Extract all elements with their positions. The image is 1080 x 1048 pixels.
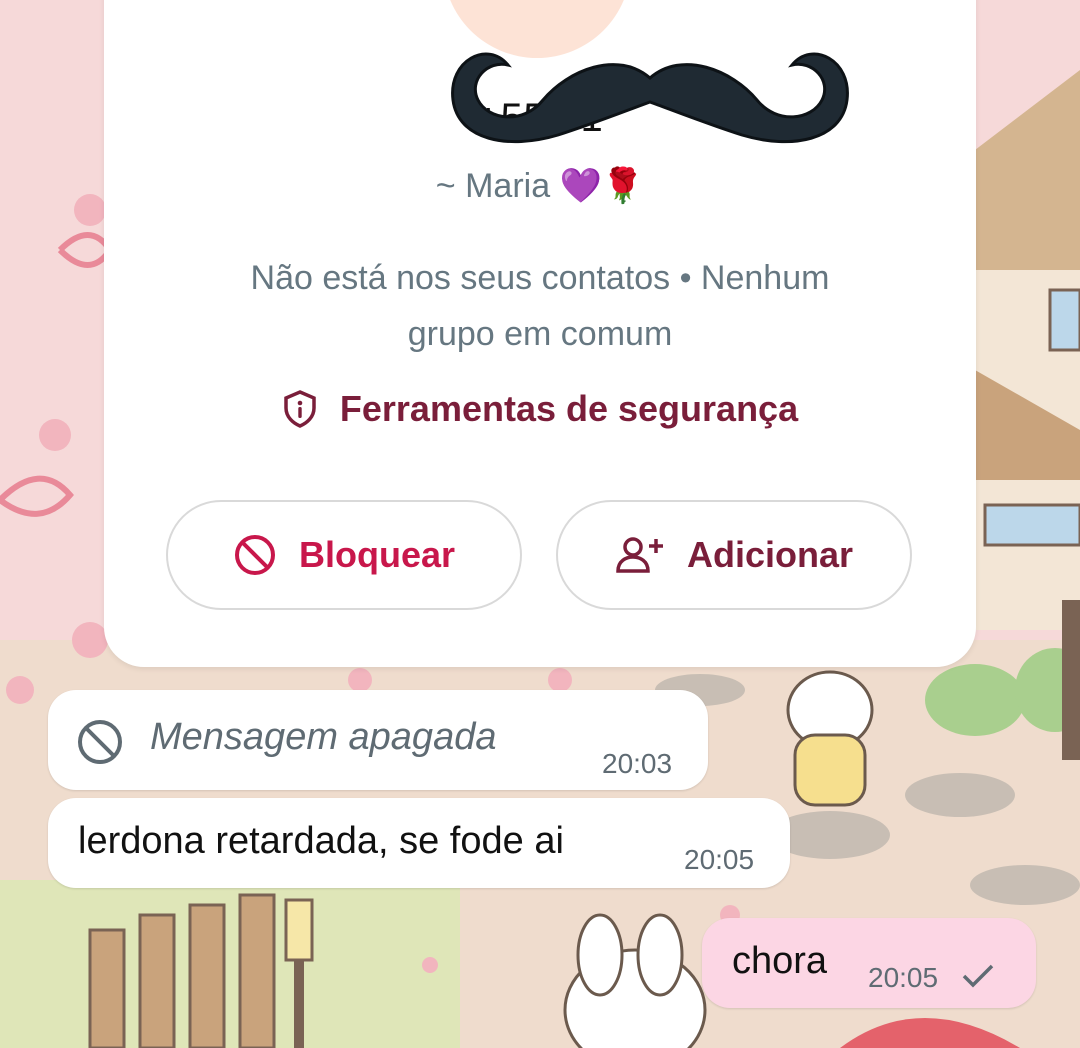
info-line-2: grupo em comum (407, 315, 673, 353)
message-time: 20:05 (684, 844, 755, 875)
message-text: chora (732, 940, 828, 982)
message-bubble-deleted[interactable]: Mensagem apagada 20:03 (48, 690, 708, 790)
block-button[interactable]: Bloquear (166, 500, 522, 610)
block-button-label: Bloquear (298, 534, 456, 575)
mustache-redaction (451, 52, 849, 143)
message-time: 20:03 (602, 748, 673, 779)
person-add-icon (616, 537, 663, 573)
block-icon (234, 535, 275, 575)
message-time: 20:05 (868, 962, 939, 993)
check-icon (962, 964, 994, 988)
add-contact-button-label: Adicionar (686, 534, 854, 575)
safety-tools-link[interactable]: Ferramentas de segurança (0, 388, 1080, 430)
message-text: Mensagem apagada (150, 716, 497, 758)
message-bubble-outgoing[interactable]: chora 20:05 (702, 918, 1036, 1008)
safety-tools-label: Ferramentas de segurança (339, 388, 799, 429)
contact-pushname: ~ Maria 💜🌹 (435, 167, 645, 205)
contact-status-info: Não está nos seus contatos • Nenhum grup… (190, 250, 890, 362)
message-bubble-incoming[interactable]: lerdona retardada, se fode ai 20:05 (48, 798, 790, 888)
shield-info-icon (284, 390, 316, 428)
deleted-icon (78, 720, 122, 764)
message-text: lerdona retardada, se fode ai (78, 820, 564, 862)
add-contact-button[interactable]: Adicionar (556, 500, 912, 610)
info-line-1: Não está nos seus contatos • Nenhum (250, 259, 830, 297)
